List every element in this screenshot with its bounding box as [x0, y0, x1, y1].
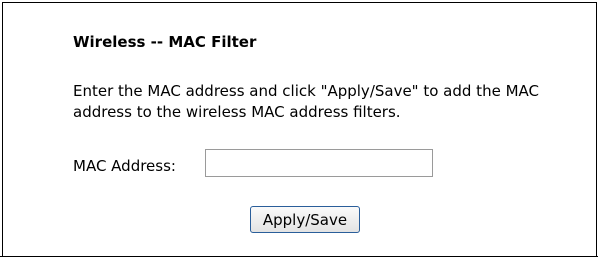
apply-save-button[interactable]: Apply/Save: [250, 206, 360, 233]
mac-address-input[interactable]: [205, 149, 433, 177]
mac-address-label: MAC Address:: [73, 157, 176, 175]
instructions-text: Enter the MAC address and click "Apply/S…: [73, 82, 539, 121]
panel-right-border: [596, 2, 597, 256]
mac-filter-panel: Wireless -- MAC Filter Enter the MAC add…: [0, 0, 598, 257]
page-title: Wireless -- MAC Filter: [73, 33, 257, 51]
panel-left-border: [2, 2, 3, 257]
panel-top-border: [2, 2, 596, 3]
